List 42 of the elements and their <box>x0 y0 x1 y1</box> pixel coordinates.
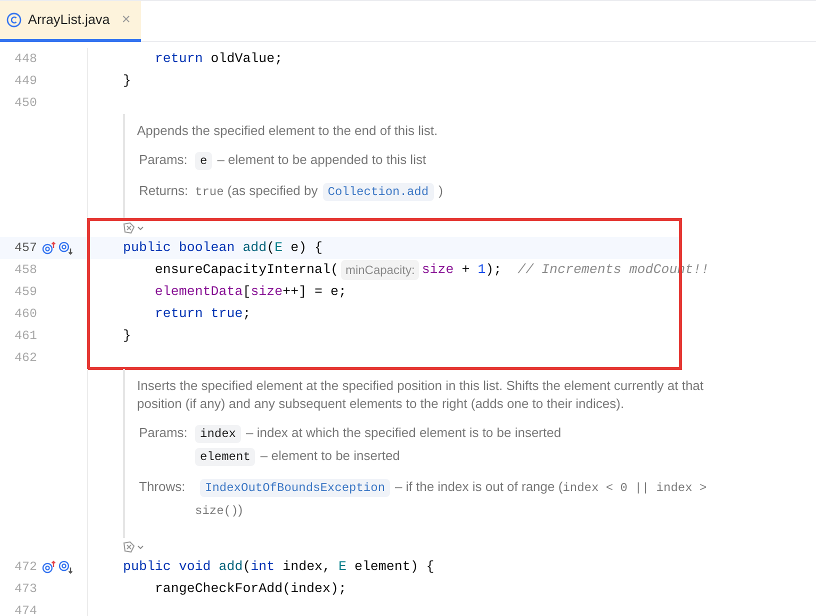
doc-link[interactable]: IndexOutOfBoundsException <box>200 479 390 497</box>
line-number: 460 <box>13 306 37 323</box>
circle-down-arrow-icon[interactable] <box>58 560 74 574</box>
doc-description: Appends the specified element to the end of this list. <box>137 122 439 140</box>
line-number: 449 <box>13 72 37 90</box>
code-line: return oldValue; <box>154 50 283 68</box>
code-line: public void add(int index, E element) { <box>123 558 434 576</box>
code-line: rangeCheckForAdd(index); <box>154 580 346 598</box>
code-line: elementData[size++] = e; <box>154 283 346 302</box>
line-number: 448 <box>13 50 37 68</box>
code-text: ensureCapacityInternal( <box>154 261 338 280</box>
line-number: 474 <box>13 602 37 616</box>
line-number: 459 <box>13 284 37 301</box>
doc-text: e – element to be appended to this list <box>195 149 755 172</box>
doc-text: true (as specified by Collection.add ) <box>195 182 444 203</box>
code-line: } <box>123 327 131 346</box>
line-number: 462 <box>13 350 37 367</box>
doc-label: Throws: <box>139 478 186 496</box>
inlay-hint-icon[interactable] <box>122 541 146 553</box>
line-number: 473 <box>13 580 37 598</box>
file-tab[interactable]: ArrayList.java × <box>0 1 141 42</box>
code-line: return true; <box>154 305 251 324</box>
close-icon[interactable]: × <box>122 8 131 32</box>
circle-down-arrow-icon[interactable] <box>58 241 74 255</box>
code-line: } <box>123 72 131 90</box>
code-line: public boolean add(E e) { <box>123 239 323 258</box>
parameter-hint: minCapacity: <box>341 260 419 280</box>
doc-text: element – element to be inserted <box>195 445 755 468</box>
inlay-hint-icon[interactable] <box>122 222 146 234</box>
doc-link[interactable]: Collection.add <box>322 183 434 201</box>
doc-text: index – index at which the specified element is to be inserted <box>195 422 755 445</box>
line-number: 458 <box>13 262 37 279</box>
line-number: 472 <box>13 558 37 576</box>
doc-label: Returns: <box>139 182 190 200</box>
line-number: 457 <box>13 240 37 257</box>
doc-text: IndexOutOfBoundsException – if the index is out of range (index < 0 || index > size()) <box>195 478 708 520</box>
doc-label: Params: <box>139 424 188 442</box>
class-icon <box>6 12 22 28</box>
line-number: 461 <box>13 328 37 345</box>
line-number: 450 <box>13 94 37 112</box>
doc-label: Params: <box>139 151 188 169</box>
doc-description: Inserts the specified element at the specified position in this list. Shifts the element currently at that position (if any) and any subsequent elements to the right (adds one to their indices). <box>137 377 705 413</box>
